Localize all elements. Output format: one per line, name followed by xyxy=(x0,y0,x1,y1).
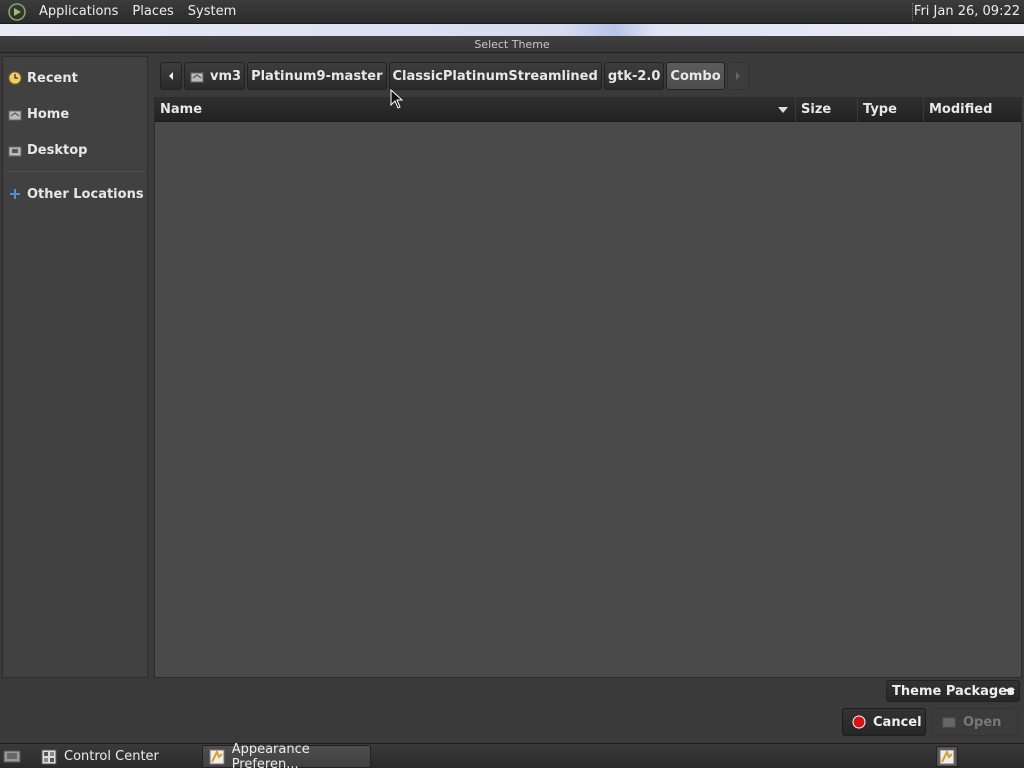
show-desktop-icon[interactable] xyxy=(2,747,22,765)
cancel-button-label: Cancel xyxy=(873,714,922,730)
tray-appearance-icon[interactable] xyxy=(936,746,958,767)
path-bar: vm3 Platinum9-master ClassicPlatinumStre… xyxy=(160,62,751,90)
places-sidebar: Recent Home Desktop Other Locations xyxy=(2,56,148,678)
clock[interactable]: Fri Jan 26, 09:22 xyxy=(914,0,1020,24)
home-folder-icon xyxy=(190,72,204,82)
appearance-icon xyxy=(209,748,226,766)
sidebar-item-label: Desktop xyxy=(27,142,88,158)
path-segment-classicplatinumstreamlined[interactable]: ClassicPlatinumStreamlined xyxy=(388,62,602,90)
path-segment-label: ClassicPlatinumStreamlined xyxy=(392,68,598,84)
open-folder-icon xyxy=(941,714,957,730)
menu-applications[interactable]: Applications xyxy=(32,0,125,24)
sidebar-item-other-locations[interactable]: Other Locations xyxy=(7,183,144,205)
column-header-type[interactable]: Type xyxy=(858,98,924,122)
desktop-background xyxy=(0,24,1024,36)
file-list-header: Name Size Type Modified xyxy=(155,98,1021,122)
cancel-button[interactable]: Cancel xyxy=(842,708,926,736)
column-label: Type xyxy=(863,102,897,117)
column-label: Modified xyxy=(929,102,993,117)
path-segment-label: Platinum9-master xyxy=(251,68,383,84)
path-scroll-left-button[interactable] xyxy=(160,62,182,90)
column-label: Size xyxy=(801,102,832,117)
sidebar-item-recent[interactable]: Recent xyxy=(7,67,78,89)
plus-icon xyxy=(7,186,23,202)
chevron-right-icon xyxy=(735,72,740,80)
task-control-center[interactable]: Control Center xyxy=(34,745,198,768)
menu-places[interactable]: Places xyxy=(125,0,180,24)
sort-descending-icon xyxy=(778,107,788,113)
dialog-title: Select Theme xyxy=(0,36,1024,53)
path-segment-label: Combo xyxy=(670,68,721,84)
path-segment-gtk-2-0[interactable]: gtk-2.0 xyxy=(603,62,665,90)
path-segment-combo[interactable]: Combo xyxy=(666,62,725,90)
sidebar-item-label: Other Locations xyxy=(27,186,144,202)
sidebar-item-label: Home xyxy=(27,106,70,122)
home-folder-icon xyxy=(7,106,23,122)
bottom-taskbar: Control Center Appearance Preferen... xyxy=(0,741,1024,768)
path-segment-platinum9-master[interactable]: Platinum9-master xyxy=(247,62,387,90)
open-button-label: Open xyxy=(963,714,1002,730)
column-header-size[interactable]: Size xyxy=(796,98,858,122)
path-scroll-right-button[interactable] xyxy=(726,62,749,90)
chevron-left-icon xyxy=(169,72,173,80)
task-appearance-preferences[interactable]: Appearance Preferen... xyxy=(202,741,371,768)
column-header-modified[interactable]: Modified xyxy=(924,98,1021,122)
cancel-icon xyxy=(851,714,867,730)
sidebar-item-desktop[interactable]: Desktop xyxy=(7,139,87,161)
path-segment-label: vm3 xyxy=(210,68,242,84)
file-type-filter-dropdown[interactable]: Theme Packages xyxy=(886,680,1020,702)
path-segment-vm3[interactable]: vm3 xyxy=(184,62,246,90)
distro-logo-icon[interactable] xyxy=(6,1,28,23)
chevron-down-icon xyxy=(1005,689,1015,695)
top-panel: Applications Places System Fri Jan 26, 0… xyxy=(0,0,1024,24)
task-label: Control Center xyxy=(64,749,159,764)
filter-selected-label: Theme Packages xyxy=(892,683,1015,699)
column-label: Name xyxy=(160,102,203,117)
menu-system[interactable]: System xyxy=(181,0,243,24)
clock-icon xyxy=(7,70,23,86)
column-header-name[interactable]: Name xyxy=(155,98,796,122)
sidebar-item-label: Recent xyxy=(27,70,78,86)
open-button[interactable]: Open xyxy=(932,708,1018,736)
task-label: Appearance Preferen... xyxy=(231,741,310,768)
path-segment-label: gtk-2.0 xyxy=(607,68,661,84)
desktop-folder-icon xyxy=(7,142,23,158)
file-list[interactable]: Name Size Type Modified xyxy=(154,97,1022,678)
sidebar-separator xyxy=(7,171,145,172)
control-center-icon xyxy=(40,748,58,766)
sidebar-item-home[interactable]: Home xyxy=(7,103,69,125)
mouse-cursor-icon xyxy=(390,89,404,109)
